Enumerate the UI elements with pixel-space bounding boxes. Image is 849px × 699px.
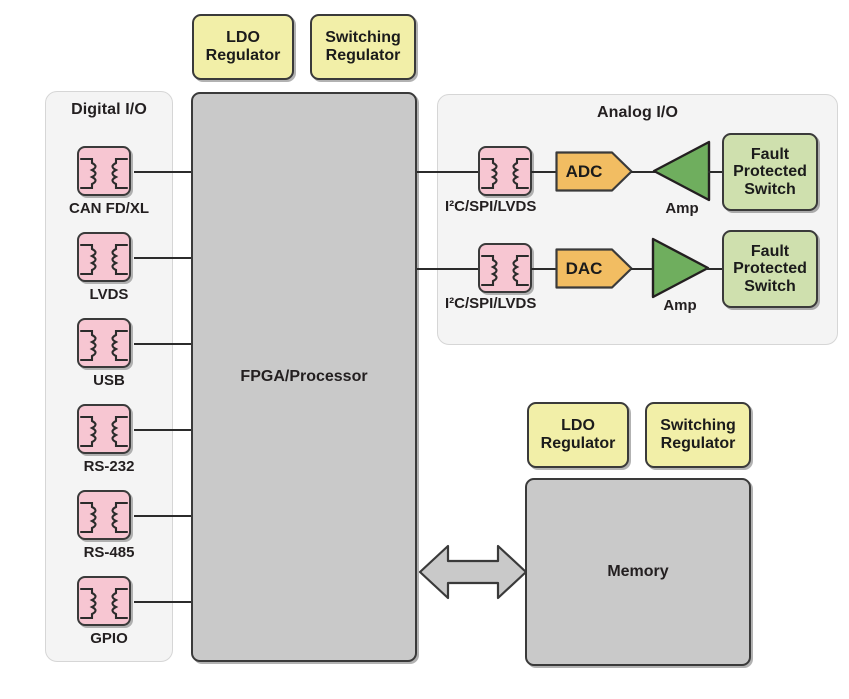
- digital-channel-label-rs232: RS-232: [83, 458, 135, 475]
- top-ldo-regulator-line2: Regulator: [205, 47, 281, 64]
- dac-block: DAC: [555, 248, 633, 289]
- fault-protected-switch-dac-line1: Fault: [750, 242, 790, 260]
- analog-isolator-label-dac: I²C/SPI/LVDS: [445, 295, 537, 312]
- memory-switching-regulator-line2: Regulator: [660, 435, 736, 452]
- fault-protected-switch-adc-line2: Protected: [733, 163, 807, 181]
- wire-isolator-to-adc: [531, 171, 556, 173]
- digital-channel-label-gpio: GPIO: [90, 630, 128, 647]
- memory-label: Memory: [607, 563, 669, 580]
- fpga-processor-label: FPGA/Processor: [240, 368, 368, 385]
- digital-channel-label-usb: USB: [93, 372, 125, 389]
- fault-protected-switch-adc-line3: Switch: [744, 180, 796, 198]
- amp-label-adc: Amp: [665, 200, 699, 217]
- analog-isolator-label-adc: I²C/SPI/LVDS: [445, 198, 537, 215]
- amp-triangle-dac: [650, 237, 710, 299]
- amp-label-dac: Amp: [663, 297, 697, 314]
- analog-io-title: Analog I/O: [597, 104, 678, 121]
- digital-channel-label-can-fd-xl: CAN FD/XL: [69, 200, 149, 217]
- fault-protected-switch-dac: Fault Protected Switch: [722, 230, 818, 308]
- memory-block: Memory: [525, 478, 751, 666]
- fpga-processor-block: FPGA/Processor: [191, 92, 417, 662]
- digital-channel-label-rs485: RS-485: [83, 544, 135, 561]
- adc-label: ADC: [565, 161, 603, 181]
- fault-protected-switch-adc: Fault Protected Switch: [722, 133, 818, 211]
- wire-fpga-to-adc-isolator: [417, 171, 479, 173]
- top-switching-regulator-block: Switching Regulator: [310, 14, 416, 80]
- wire-gpio: [134, 601, 192, 603]
- fault-protected-switch-adc-line1: Fault: [750, 145, 790, 163]
- memory-switching-regulator-block: Switching Regulator: [645, 402, 751, 468]
- analog-isolator-icon-dac: [478, 243, 532, 293]
- wire-lvds: [134, 257, 192, 259]
- wire-rs232: [134, 429, 192, 431]
- digital-isolator-icon-gpio: [77, 576, 131, 626]
- top-switching-regulator-line2: Regulator: [325, 47, 401, 64]
- top-ldo-regulator-block: LDO Regulator: [192, 14, 294, 80]
- memory-ldo-regulator-line2: Regulator: [540, 435, 616, 452]
- dac-label: DAC: [565, 258, 603, 278]
- adc-block: ADC: [555, 151, 633, 192]
- wire-can-fd-xl: [134, 171, 192, 173]
- memory-ldo-regulator-block: LDO Regulator: [527, 402, 629, 468]
- top-ldo-regulator-line1: LDO: [226, 29, 260, 47]
- digital-isolator-icon-rs232: [77, 404, 131, 454]
- digital-isolator-icon-lvds: [77, 232, 131, 282]
- memory-switching-regulator-line1: Switching: [660, 417, 736, 435]
- wire-fpga-to-dac-isolator: [417, 268, 479, 270]
- digital-channel-label-lvds: LVDS: [89, 286, 129, 303]
- fault-protected-switch-dac-line2: Protected: [733, 260, 807, 278]
- digital-isolator-icon-usb: [77, 318, 131, 368]
- digital-isolator-icon-rs485: [77, 490, 131, 540]
- wire-rs485: [134, 515, 192, 517]
- wire-usb: [134, 343, 192, 345]
- wire-isolator-to-dac: [531, 268, 556, 270]
- fault-protected-switch-dac-line3: Switch: [744, 277, 796, 295]
- analog-isolator-icon-adc: [478, 146, 532, 196]
- bidirectional-arrow-icon: [418, 541, 528, 603]
- block-diagram-canvas: LDO Regulator Switching Regulator Digita…: [0, 0, 849, 699]
- top-switching-regulator-line1: Switching: [325, 29, 401, 47]
- memory-ldo-regulator-line1: LDO: [561, 417, 595, 435]
- digital-io-title: Digital I/O: [71, 101, 147, 118]
- amp-triangle-adc: [652, 140, 712, 202]
- digital-isolator-icon-can-fd-xl: [77, 146, 131, 196]
